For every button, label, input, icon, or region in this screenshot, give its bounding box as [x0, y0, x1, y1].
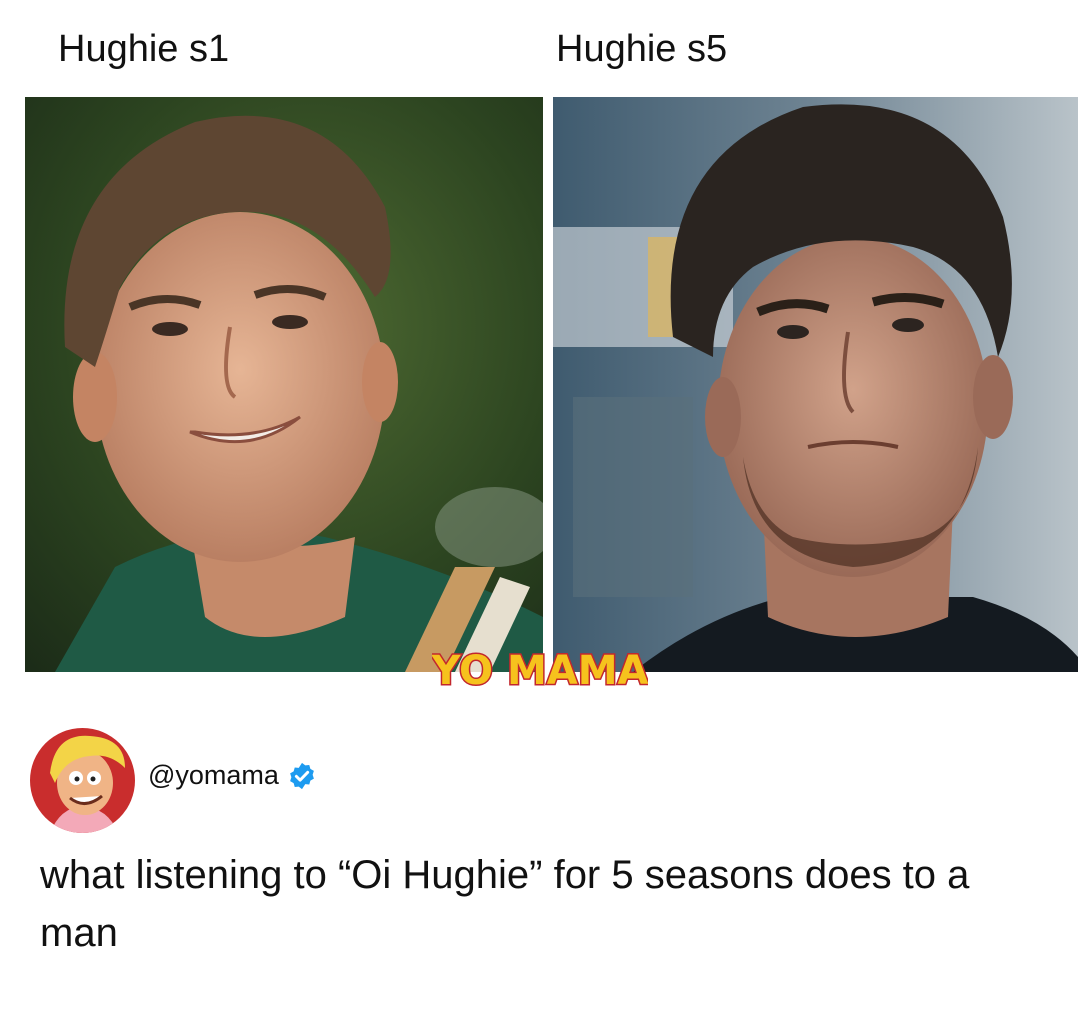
label-hughie-s5: Hughie s5	[556, 28, 728, 70]
user-handle[interactable]: @yomama	[148, 760, 317, 791]
portrait-photo-season1	[25, 97, 543, 672]
label-hughie-s1: Hughie s1	[58, 28, 230, 70]
photo-hughie-s5	[553, 97, 1078, 672]
yomama-watermark-logo: YO MAMA	[429, 640, 650, 698]
handle-text[interactable]: @yomama	[148, 760, 279, 791]
verified-badge-icon	[290, 762, 314, 789]
portrait-photo-season5	[553, 97, 1078, 672]
photo-hughie-s1	[25, 97, 543, 672]
avatar[interactable]	[30, 728, 135, 833]
yomama-logo-icon: YO MAMA	[429, 647, 650, 696]
cartoon-avatar-icon	[30, 728, 135, 833]
svg-text:YO MAMA: YO MAMA	[432, 648, 648, 694]
post-text: what listening to “Oi Hughie” for 5 seas…	[40, 853, 970, 955]
